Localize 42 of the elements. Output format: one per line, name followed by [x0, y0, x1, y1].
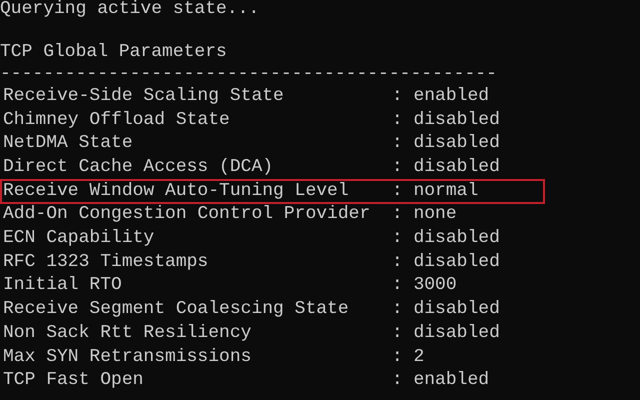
parameter-value: disabled — [413, 156, 500, 179]
parameter-value: disabled — [413, 252, 500, 274]
colon: : — [392, 86, 404, 108]
parameter-name: TCP Fast Open — [3, 370, 144, 392]
parameter-value: disabled — [413, 228, 500, 250]
parameter-name: Receive-Side Scaling State — [3, 86, 285, 108]
colon: : — [392, 322, 404, 345]
separator-line: ---------------------------------------------- — [0, 64, 497, 86]
parameter-name: Receive Window Auto-Tuning Level — [3, 180, 350, 202]
colon: : — [392, 204, 404, 226]
colon: : — [392, 156, 404, 179]
parameter-value: disabled — [413, 110, 500, 132]
colon: : — [392, 299, 404, 321]
parameter-name: Max SYN Retransmissions — [3, 346, 252, 368]
parameter-name: Receive Segment Coalescing State — [3, 299, 350, 321]
parameter-value: 2 — [413, 346, 424, 368]
colon: : — [392, 275, 404, 298]
parameter-value: disabled — [413, 322, 500, 345]
parameter-value: normal — [413, 180, 478, 202]
parameter-value: enabled — [413, 370, 490, 392]
parameter-value: 3000 — [413, 275, 457, 298]
parameter-value: enabled — [413, 86, 490, 108]
colon: : — [392, 133, 404, 155]
parameter-name: Add-On Congestion Control Provider — [3, 204, 372, 226]
colon: : — [392, 110, 404, 132]
colon: : — [392, 370, 404, 392]
parameter-name: Direct Cache Access (DCA) — [3, 156, 274, 179]
parameter-name: RFC 1323 Timestamps — [3, 252, 210, 274]
colon: : — [392, 180, 404, 202]
colon: : — [392, 228, 404, 250]
colon: : — [392, 346, 404, 368]
parameter-value: disabled — [413, 299, 500, 321]
parameter-value: disabled — [413, 133, 500, 155]
status-line: Querying active state... — [0, 0, 260, 21]
parameter-value: none — [413, 204, 457, 226]
parameter-name: NetDMA State — [3, 133, 134, 155]
parameter-name: Initial RTO — [3, 275, 123, 298]
parameter-name: ECN Capability — [3, 228, 156, 250]
parameter-name: Non Sack Rtt Resiliency — [3, 322, 252, 345]
section-heading: TCP Global Parameters — [0, 42, 227, 64]
parameter-name: Chimney Offload State — [3, 110, 231, 132]
colon: : — [392, 252, 404, 274]
